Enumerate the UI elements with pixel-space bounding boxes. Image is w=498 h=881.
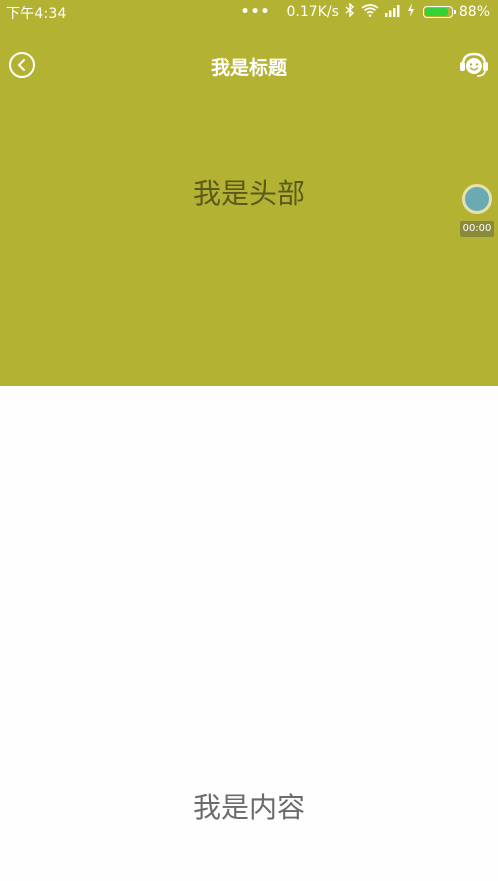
charging-icon — [407, 3, 415, 21]
header-banner: 下午4:34 ••• 0.17K/s 88% 我是标题 我是头部 00:00 — [0, 0, 498, 386]
more-dots-icon: ••• — [240, 4, 271, 20]
signal-icon — [384, 4, 401, 21]
customer-service-icon — [460, 52, 488, 77]
record-timer: 00:00 — [460, 221, 494, 237]
battery-icon — [422, 6, 456, 18]
status-time: 下午4:34 — [6, 6, 67, 22]
wifi-icon — [361, 3, 379, 21]
battery-fill — [424, 8, 448, 16]
header-text: 我是头部 — [192, 177, 305, 210]
navigation-bar: 我是标题 — [0, 40, 498, 92]
page-title: 我是标题 — [210, 57, 287, 79]
floating-recorder[interactable]: 00:00 — [460, 184, 498, 240]
bluetooth-icon — [345, 2, 355, 21]
battery-percentage: 88% — [458, 4, 490, 20]
status-indicators: ••• 0.17K/s 88% — [241, 2, 490, 22]
record-button[interactable] — [462, 184, 492, 214]
content-text: 我是内容 — [192, 791, 305, 824]
status-bar: 下午4:34 ••• 0.17K/s 88% — [0, 0, 498, 24]
customer-service-button[interactable] — [458, 50, 490, 80]
app-screen: 下午4:34 ••• 0.17K/s 88% 我是标题 我是头部 00:00 我… — [0, 0, 498, 881]
network-speed: 0.17K/s — [286, 4, 339, 20]
